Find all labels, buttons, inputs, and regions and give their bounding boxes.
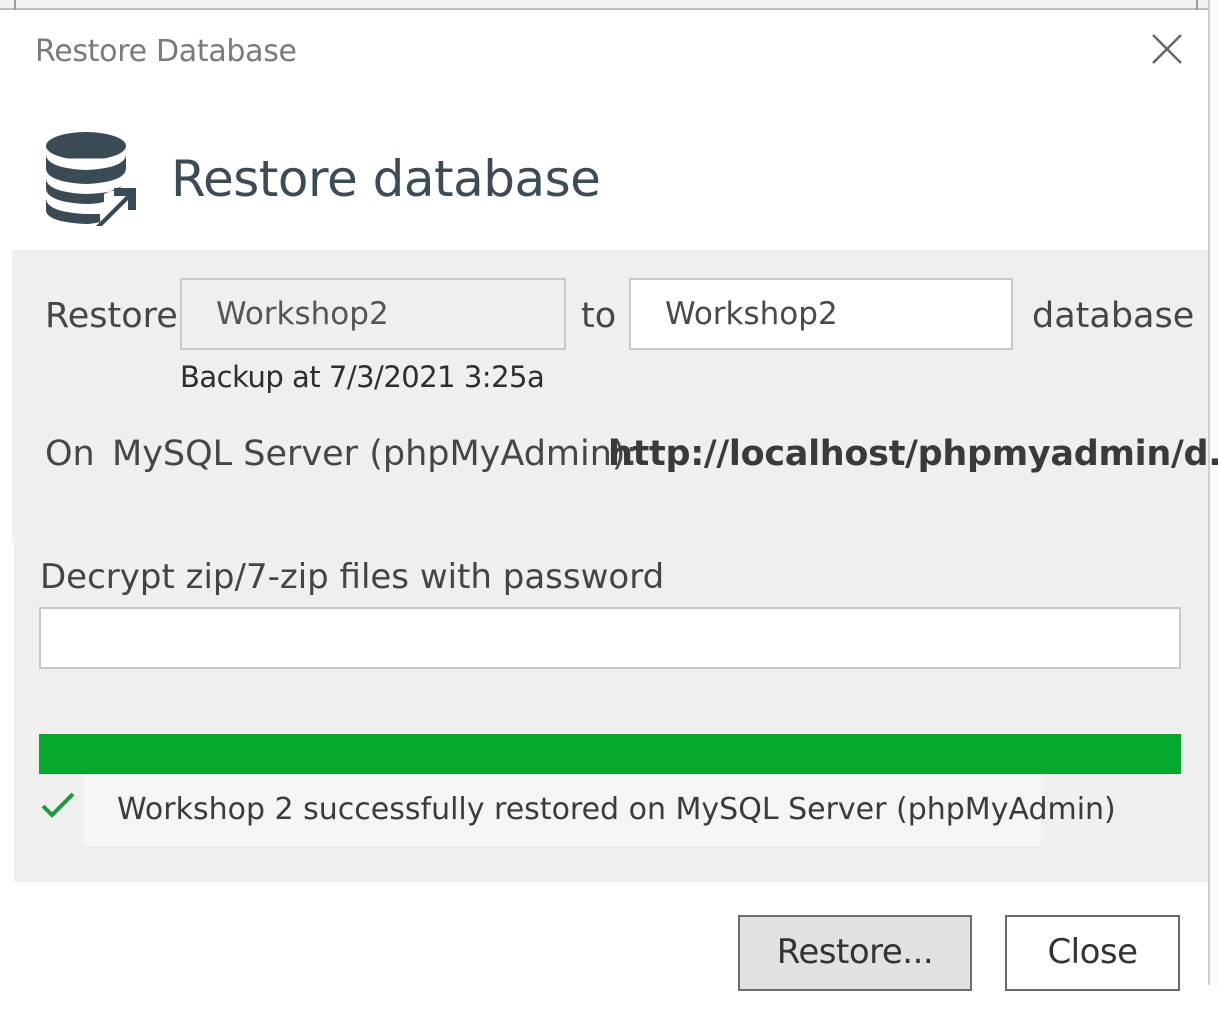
background-divider [14,0,16,10]
password-input[interactable] [39,607,1181,669]
background-window-strip [0,0,1212,10]
checkmark-icon [40,790,76,820]
server-url: http://localhost/phpmyadmin/d... [608,434,1218,474]
restore-button[interactable]: Restore... [738,915,972,991]
close-icon[interactable] [1150,32,1184,66]
source-backup-field[interactable]: Workshop2 [180,278,566,350]
to-label: to [581,296,617,336]
background-window-edge [1208,0,1218,985]
server-name: MySQL Server (phpMyAdmin): [112,434,638,474]
dialog-heading: Restore database [171,150,601,208]
database-restore-icon [44,130,140,230]
backup-info: Backup at 7/3/2021 3:25a [180,360,545,394]
target-database-field[interactable]: Workshop2 [629,278,1013,350]
on-label: On [45,434,95,474]
progress-bar [39,734,1181,774]
database-label: database [1032,296,1195,336]
background-divider [1196,0,1198,10]
restore-database-dialog: Restore Database Restore database Restor… [10,10,1218,1010]
restore-label: Restore [45,296,178,336]
close-button[interactable]: Close [1005,915,1180,991]
window-title: Restore Database [35,34,297,69]
status-message: Workshop 2 successfully restored on MySQ… [117,792,1116,827]
password-label: Decrypt zip/7-zip files with password [40,557,665,597]
progress-fill [39,734,1181,774]
